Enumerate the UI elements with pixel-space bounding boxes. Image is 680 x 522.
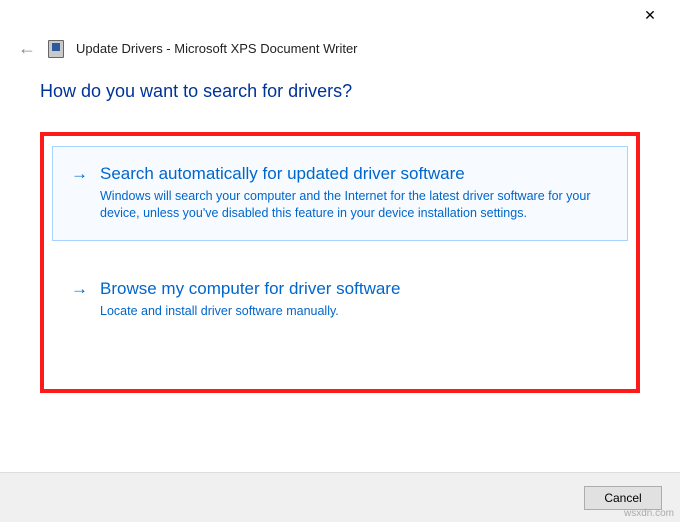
- option-search-automatically[interactable]: → Search automatically for updated drive…: [52, 146, 628, 241]
- cancel-button-label: Cancel: [604, 491, 641, 505]
- main-question: How do you want to search for drivers?: [40, 81, 640, 102]
- option-auto-title: Search automatically for updated driver …: [100, 163, 607, 185]
- device-icon: [48, 40, 64, 58]
- dialog-header: ← Update Drivers - Microsoft XPS Documen…: [0, 30, 680, 71]
- titlebar: ✕: [0, 0, 680, 30]
- option-browse-computer[interactable]: → Browse my computer for driver software…: [52, 261, 628, 339]
- back-button[interactable]: ←: [18, 38, 36, 59]
- dialog-footer: Cancel: [0, 472, 680, 522]
- options-highlight-box: → Search automatically for updated drive…: [40, 132, 640, 393]
- close-icon: ✕: [644, 7, 656, 24]
- option-browse-title: Browse my computer for driver software: [100, 278, 607, 300]
- option-browse-description: Locate and install driver software manua…: [100, 303, 607, 320]
- close-button[interactable]: ✕: [630, 1, 670, 29]
- cancel-button[interactable]: Cancel: [584, 486, 662, 510]
- window-title: Update Drivers - Microsoft XPS Document …: [76, 41, 358, 56]
- arrow-right-icon: →: [71, 278, 88, 300]
- watermark: wsxdn.com: [624, 508, 674, 519]
- back-arrow-icon: ←: [18, 38, 36, 58]
- content-area: How do you want to search for drivers? →…: [0, 71, 680, 393]
- arrow-right-icon: →: [71, 163, 88, 185]
- option-auto-description: Windows will search your computer and th…: [100, 188, 607, 222]
